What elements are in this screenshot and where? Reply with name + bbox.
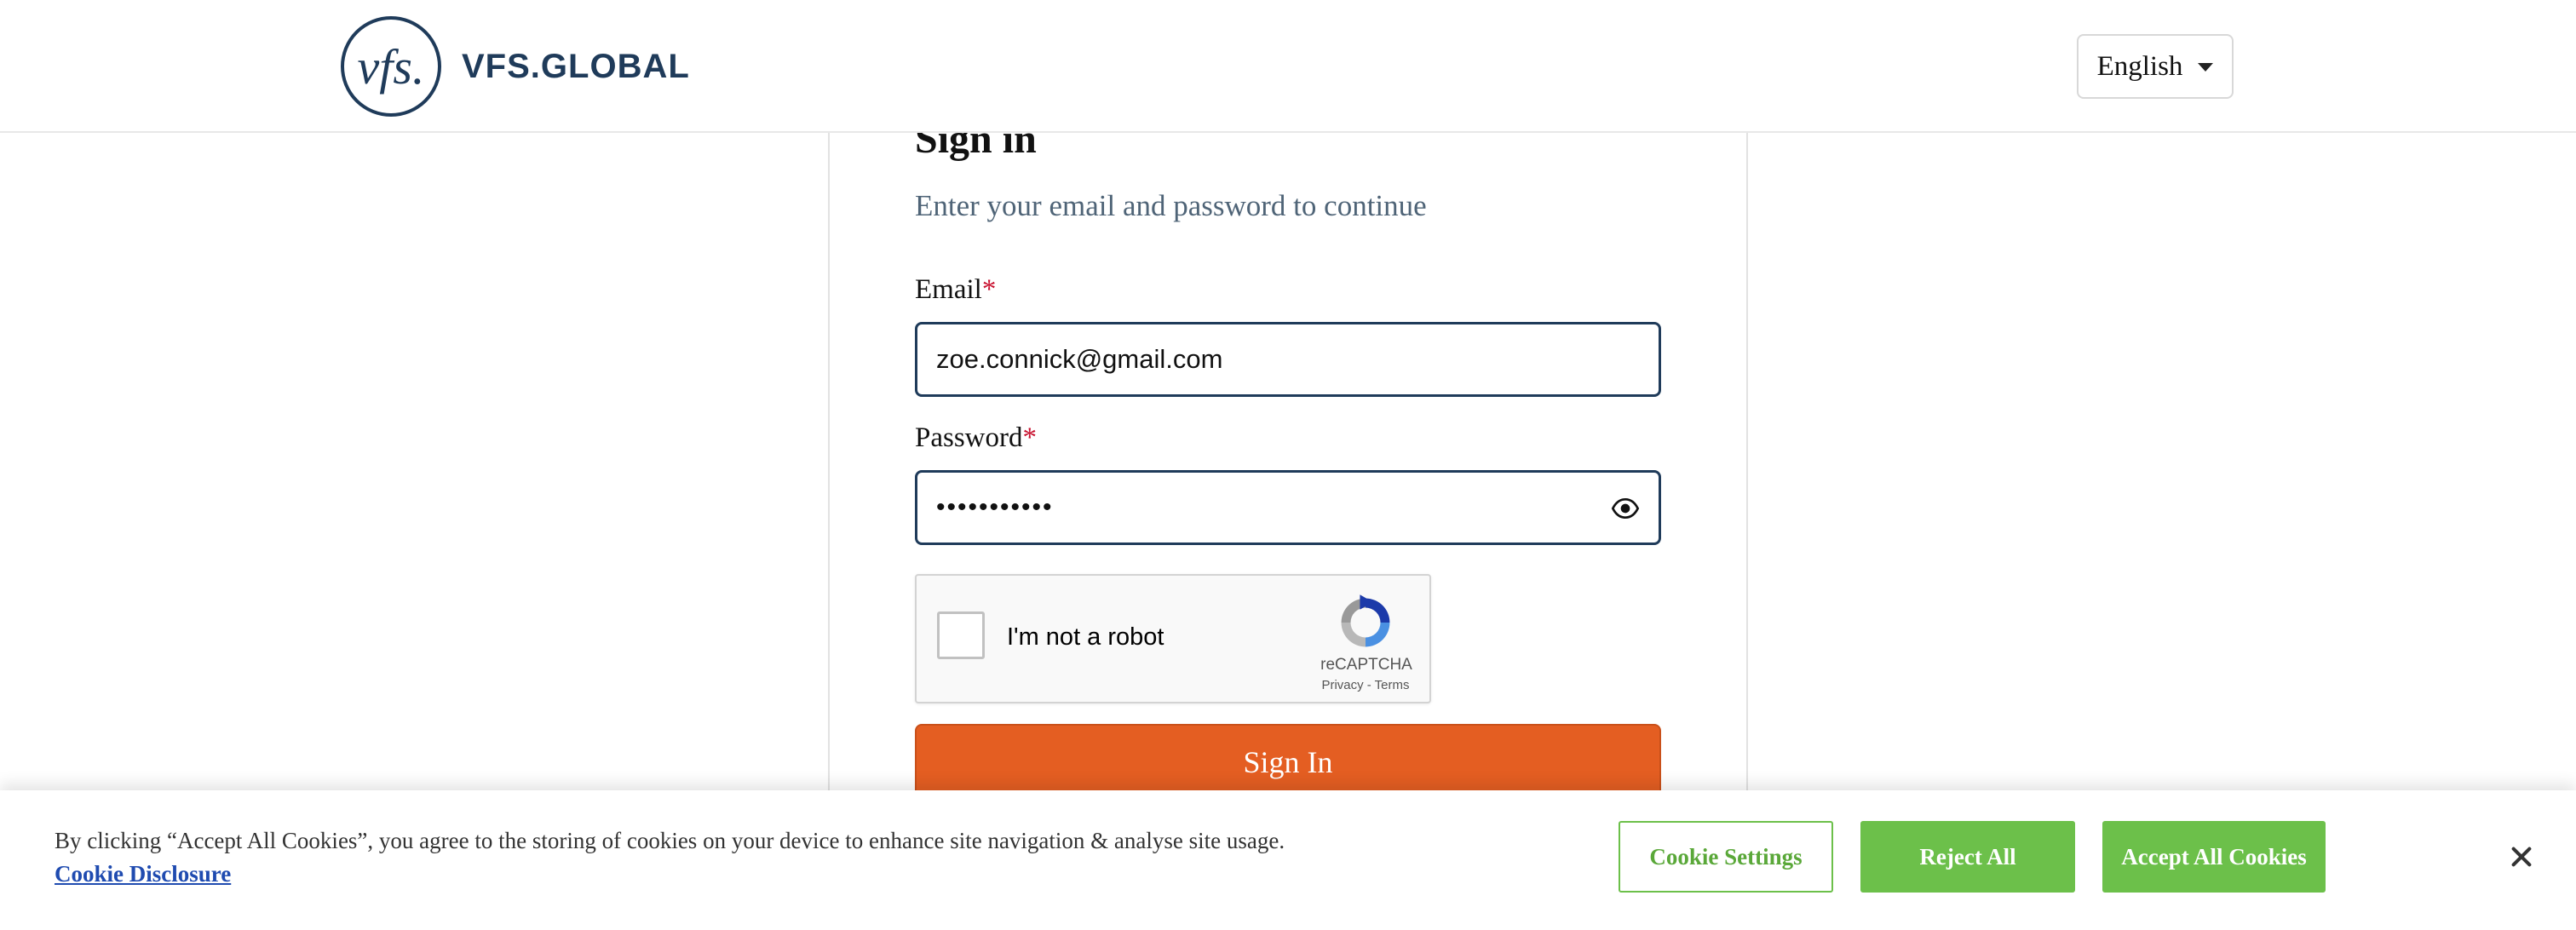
email-input[interactable]: zoe.connick@gmail.com (915, 322, 1661, 397)
email-label-text: Email (915, 274, 982, 305)
reject-all-button[interactable]: Reject All (1860, 821, 2075, 893)
language-label: English (2096, 50, 2183, 82)
cookie-settings-button[interactable]: Cookie Settings (1619, 821, 1833, 893)
recaptcha-privacy-terms-links[interactable]: Privacy - Terms (1310, 678, 1421, 692)
vfs-global-logo[interactable]: vfs. VFS.GLOBAL (341, 15, 690, 118)
cookie-consent-text: By clicking “Accept All Cookies”, you ag… (55, 828, 1285, 853)
caret-down-icon (2198, 63, 2214, 72)
email-label: Email* (915, 274, 996, 306)
logo-mark-icon: vfs. (341, 16, 441, 117)
language-dropdown[interactable]: English (2077, 34, 2234, 99)
recaptcha-brand: reCAPTCHA (1320, 656, 1412, 674)
password-input-value: ••••••••••• (936, 493, 1054, 521)
recaptcha-checkbox[interactable] (937, 611, 985, 659)
page-subtitle: Enter your email and password to continu… (915, 189, 1427, 222)
close-banner-button[interactable] (2503, 838, 2540, 875)
required-marker: * (981, 274, 997, 305)
password-input[interactable]: ••••••••••• (915, 470, 1661, 545)
password-label: Password* (915, 422, 1037, 454)
accept-all-cookies-button[interactable]: Accept All Cookies (2102, 821, 2326, 893)
cookie-banner: By clicking “Accept All Cookies”, you ag… (0, 790, 2576, 930)
email-input-value: zoe.connick@gmail.com (936, 344, 1223, 374)
site-header: vfs. VFS.GLOBAL English (0, 0, 2576, 133)
logo-text: VFS.GLOBAL (462, 47, 690, 85)
sign-in-button[interactable]: Sign In (915, 724, 1661, 801)
recaptcha-widget: I'm not a robot reCAPTCHA Privacy - Term… (915, 574, 1431, 703)
required-marker: * (1022, 422, 1038, 453)
close-icon (2511, 847, 2532, 867)
show-password-eye-icon[interactable] (1611, 495, 1640, 522)
cookie-disclosure-link[interactable]: Cookie Disclosure (55, 861, 231, 887)
cookie-banner-text: By clicking “Accept All Cookies”, you ag… (55, 824, 1349, 891)
recaptcha-logo-icon (1341, 594, 1390, 647)
password-label-text: Password (915, 422, 1023, 453)
recaptcha-label: I'm not a robot (1007, 623, 1164, 651)
